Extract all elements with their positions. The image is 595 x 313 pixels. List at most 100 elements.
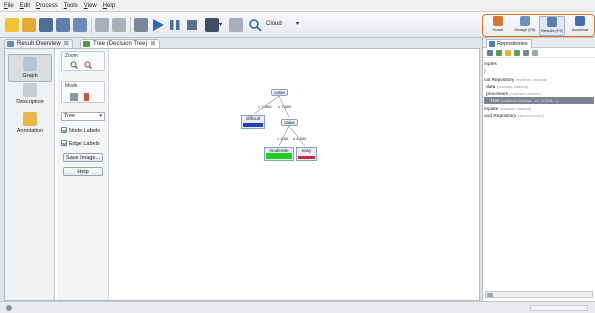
tab-label: Repositories (497, 41, 528, 47)
layout-select-value: Tree (64, 113, 76, 119)
import-data-icon[interactable] (73, 18, 87, 32)
repositories-header: Repositories (483, 38, 595, 48)
refresh-icon[interactable] (514, 50, 520, 56)
edge-label: > 4.50 (277, 136, 289, 141)
view-description[interactable]: Description (8, 83, 52, 105)
status-bar (0, 301, 595, 313)
chevron-down-icon[interactable]: ▾ (296, 20, 299, 27)
checkbox-checked-icon (61, 126, 67, 133)
repository-item[interactable]: processes (madhav-Vaasha) (484, 90, 594, 97)
menu-edit[interactable]: Edit (20, 3, 30, 9)
server-icon[interactable] (205, 18, 219, 32)
repository-item[interactable]: oud Repository (disconnected) (484, 112, 594, 119)
pick-mode-icon[interactable] (84, 93, 89, 101)
leaf-class-bar (298, 156, 315, 159)
tab-result-overview[interactable]: Result Overview ⊠ (4, 39, 73, 48)
tab-tree-decision-tree[interactable]: Tree (Decision Tree) ⊠ (80, 39, 160, 48)
new-process-icon[interactable] (5, 18, 19, 32)
view-annotation[interactable]: Annotation (8, 112, 52, 134)
result-panel: Graph Description Annotation Zoom Mode T… (4, 48, 480, 301)
add-repository-icon[interactable] (496, 50, 502, 56)
perspective-switcher: Home Design (F8) Results (F9) Accelerat (482, 14, 595, 37)
home-icon (493, 16, 503, 26)
menu-process[interactable]: Process (36, 3, 58, 9)
design-icon (520, 16, 530, 26)
tree-canvas[interactable]: value > 7.500 ≤ 7.500 difficult value > … (109, 49, 479, 300)
settings-icon[interactable] (523, 50, 529, 56)
leaf-label: difficult (246, 116, 260, 121)
node-labels-checkbox[interactable]: Node Labels (61, 126, 107, 136)
toolbar-separator (130, 17, 131, 33)
perspective-home[interactable]: Home (485, 16, 511, 36)
layout-select[interactable]: Tree ▾ (61, 112, 105, 121)
view-label: Graph (22, 73, 38, 79)
perspective-label: Home (492, 27, 504, 32)
node-labels-label: Node Labels (69, 128, 100, 134)
menu-bar: File Edit Process Tools View Help (0, 0, 595, 12)
run-icon[interactable] (151, 18, 165, 32)
scrollbar-thumb[interactable] (487, 293, 493, 297)
chevron-down-icon: ▾ (99, 113, 102, 119)
close-icon[interactable]: ⊠ (150, 41, 155, 47)
repository-item[interactable]: ) (484, 67, 594, 74)
edge-labels-checkbox[interactable]: Edge Labels (61, 139, 107, 149)
perspective-accelerator[interactable]: Accelerat (567, 16, 593, 36)
open-folder-icon[interactable] (22, 18, 36, 32)
view-sidebar: Graph Description Annotation (5, 49, 55, 300)
help-button[interactable]: Help (63, 167, 103, 176)
view-label: Description (16, 99, 44, 105)
perspective-design[interactable]: Design (F8) (512, 16, 538, 36)
repository-item-selected[interactable]: Tree (madhav-Vaasha - v1, 5/3/18 ...) (484, 97, 594, 104)
cloud-search-icon[interactable] (248, 18, 262, 32)
overview-icon (7, 41, 14, 47)
tab-label: Result Overview (17, 41, 61, 47)
link-icon[interactable] (532, 50, 538, 56)
zoom-in-icon[interactable] (70, 61, 78, 69)
save-as-icon[interactable] (56, 18, 70, 32)
zoom-out-icon[interactable] (84, 61, 92, 69)
menu-view[interactable]: View (84, 3, 97, 9)
save-icon[interactable] (39, 18, 53, 32)
folder-icon[interactable] (505, 50, 511, 56)
tree-leaf-easy[interactable]: easy (296, 147, 317, 161)
horizontal-scrollbar[interactable] (485, 291, 593, 298)
tree-node-value[interactable]: value (281, 119, 298, 126)
tab-repositories[interactable]: Repositories (486, 39, 532, 48)
tree-leaf-difficult[interactable]: difficult (241, 115, 265, 129)
close-icon[interactable]: ⊠ (64, 41, 69, 47)
pause-icon[interactable] (168, 18, 182, 32)
leaf-class-bar (243, 123, 263, 127)
repository-item[interactable]: cal Repository (madhav-Vaasha) (484, 76, 594, 83)
dropdown-arrow-icon[interactable]: ▾ (219, 18, 225, 32)
menu-tools[interactable]: Tools (64, 3, 78, 9)
menu-file[interactable]: File (4, 3, 14, 9)
connection-icon[interactable] (229, 18, 243, 32)
leaf-class-bar (266, 153, 292, 159)
mode-group: Mode (61, 81, 105, 103)
edge-labels-label: Edge Labels (69, 141, 100, 147)
connection-label[interactable]: Cloud (266, 21, 282, 27)
view-graph[interactable]: Graph (8, 54, 52, 82)
edge-label: ≤ 4.500 (293, 136, 307, 141)
run-history-icon[interactable] (134, 18, 148, 32)
transform-mode-icon[interactable] (70, 93, 78, 101)
repository-item[interactable]: mples (484, 60, 594, 67)
graph-controls: Zoom Mode Tree ▾ Node Labels Edge Labels… (57, 49, 109, 300)
redo-icon[interactable] (112, 18, 126, 32)
perspective-results[interactable]: Results (F9) (539, 16, 565, 36)
repository-item[interactable]: data (madhav-Vaasha) (484, 83, 594, 90)
tree-icon (83, 41, 90, 47)
stop-icon[interactable] (185, 18, 199, 32)
perspective-label: Accelerat (571, 27, 589, 32)
edge-label: ≤ 7.500 (278, 104, 292, 109)
tree-leaf-moderate[interactable]: moderate (264, 147, 294, 161)
add-data-icon[interactable] (487, 50, 493, 56)
zoom-group: Zoom (61, 51, 105, 71)
repository-item[interactable]: mplate (madhav-Vaasha) (484, 105, 594, 112)
mode-title: Mode (65, 83, 78, 89)
tree-node-root[interactable]: value (271, 89, 288, 96)
menu-help[interactable]: Help (103, 3, 115, 9)
view-label: Annotation (16, 128, 44, 134)
undo-icon[interactable] (95, 18, 109, 32)
save-image-button[interactable]: Save Image... (63, 153, 103, 162)
